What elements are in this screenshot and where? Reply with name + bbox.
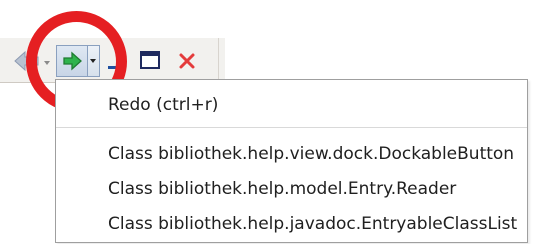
- close-button[interactable]: [176, 47, 198, 75]
- maximize-button[interactable]: [137, 47, 165, 75]
- menu-item-entry-reader[interactable]: Class bibliothek.help.model.Entry.Reader: [108, 174, 456, 204]
- back-button[interactable]: [10, 48, 44, 74]
- menu-item-label: Class bibliothek.help.view.dock.Dockable…: [108, 144, 515, 164]
- forward-dropdown-button[interactable]: [88, 45, 100, 77]
- back-dropdown-button[interactable]: [42, 54, 52, 66]
- menu-separator: [56, 127, 527, 128]
- toolbar-separator: [218, 38, 219, 84]
- menu-item-entryable-class-list[interactable]: Class bibliothek.help.javadoc.EntryableC…: [108, 209, 517, 239]
- forward-button[interactable]: [56, 45, 88, 77]
- chevron-down-icon: [44, 61, 50, 65]
- context-menu: Redo (ctrl+r) Class bibliothek.help.view…: [55, 79, 528, 243]
- menu-item-label: Redo (ctrl+r): [108, 95, 219, 115]
- maximize-icon: [140, 51, 160, 69]
- close-icon: [179, 53, 195, 69]
- forward-arrow-icon: [63, 51, 82, 71]
- menu-item-dockable-button[interactable]: Class bibliothek.help.view.dock.Dockable…: [108, 139, 514, 169]
- back-arrow-icon: [14, 50, 39, 72]
- menu-item-redo[interactable]: Redo (ctrl+r): [108, 90, 218, 120]
- menu-item-label: Class bibliothek.help.javadoc.EntryableC…: [108, 214, 518, 234]
- minimize-icon: [108, 66, 122, 69]
- chevron-down-icon: [90, 59, 96, 63]
- minimize-button[interactable]: [104, 50, 128, 74]
- menu-item-label: Class bibliothek.help.model.Entry.Reader: [108, 179, 457, 199]
